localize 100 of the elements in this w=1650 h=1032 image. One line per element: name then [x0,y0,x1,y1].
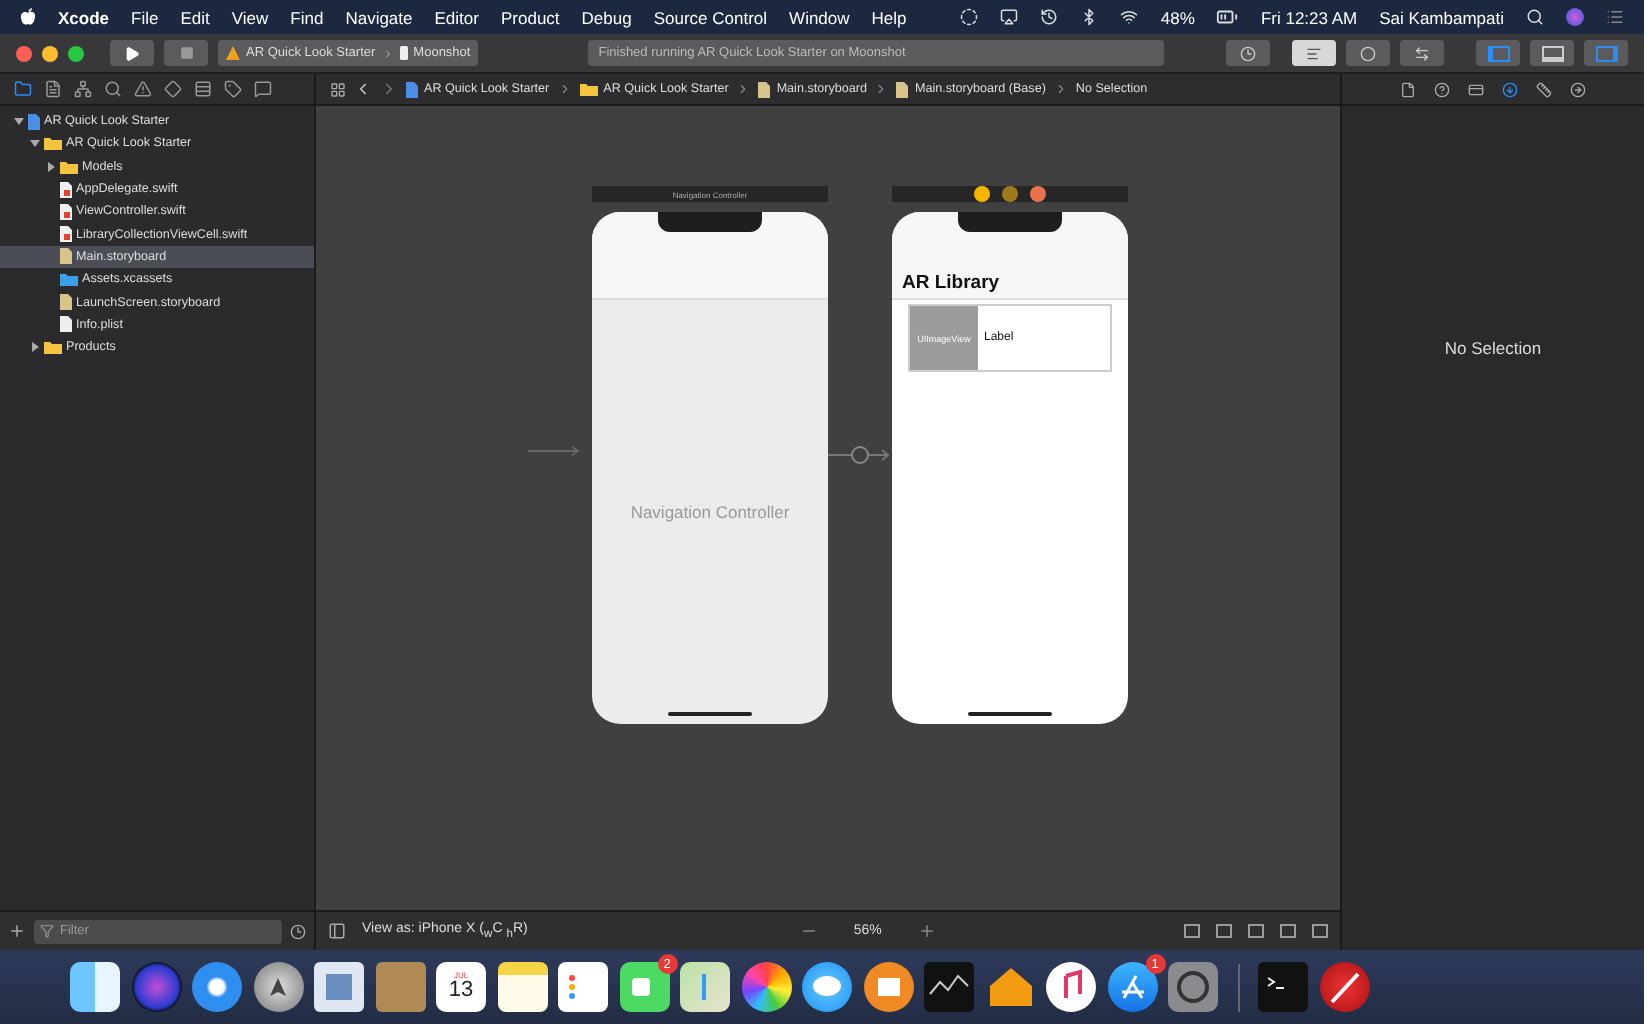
library-button[interactable] [1226,40,1270,66]
diamond-icon[interactable] [164,80,182,98]
magic-wand-icon[interactable] [1319,962,1369,1012]
forward-icon[interactable] [380,80,398,98]
editor-mode-button[interactable] [1346,40,1390,66]
compass-icon[interactable] [192,962,242,1012]
help-icon[interactable] [1434,81,1450,97]
storyboard-file-icon [896,81,909,97]
triangle-app-icon [226,46,240,60]
zoom-in-icon[interactable] [917,922,936,940]
menu-item[interactable]: Help [871,7,907,27]
stamp-icon[interactable] [314,962,364,1012]
wifi-icon[interactable] [1120,8,1139,26]
menu-item[interactable]: Edit [180,7,210,27]
flower-icon[interactable] [741,962,791,1012]
menu-item[interactable]: Product [500,7,560,27]
notch [958,212,1062,232]
dashed-circle-icon[interactable] [960,8,979,26]
list-icon[interactable] [1606,8,1624,26]
house-icon[interactable] [985,962,1035,1012]
project-file-icon [406,81,418,97]
collapsed-triangle-icon[interactable] [45,161,55,172]
tag-icon[interactable] [224,80,242,98]
chevron-icon [557,82,572,96]
expanded-triangle-icon[interactable] [13,116,23,127]
warning-icon[interactable] [134,80,152,98]
chart-icon[interactable] [924,962,974,1012]
filter-icon [40,924,54,938]
calendar-day: 13 [448,980,474,1002]
swift-file-icon [60,226,72,243]
notepad-icon[interactable] [497,962,547,1012]
airplay-icon[interactable] [1000,8,1019,26]
bluetooth-icon[interactable] [1080,8,1099,26]
lines-icon [1306,45,1322,61]
notch [658,212,762,232]
chevron-icon [1053,82,1068,96]
search-icon[interactable] [104,80,122,98]
user-name[interactable]: Sai Kambampati [1379,7,1504,27]
battery-percentage: 48% [1160,7,1195,27]
map-icon[interactable] [680,962,730,1012]
recent-filter-icon[interactable] [290,923,306,939]
outline-toggle-icon[interactable] [328,922,346,940]
empty-inspector-label: No Selection [1444,338,1542,358]
apple-logo-icon[interactable] [20,8,36,26]
hierarchy-icon[interactable] [74,80,92,98]
stop-button[interactable] [164,40,208,66]
collapsed-triangle-icon[interactable] [29,342,39,353]
back-icon[interactable] [354,80,372,98]
identity-card-icon[interactable] [1468,81,1484,97]
orb-icon[interactable] [1566,8,1584,26]
close-button[interactable] [16,45,32,61]
storyboard-file-icon [60,248,72,265]
panel-toggle-button[interactable] [1530,40,1574,66]
segue-arrow-icon [828,446,892,464]
battery-icon[interactable] [1216,6,1239,28]
scene-dock[interactable] [892,186,1128,202]
swap-arrows-icon [1414,45,1430,61]
phone-icon [399,46,408,60]
play-icon [124,45,140,61]
menu-item[interactable]: Source Control [653,7,768,27]
entry-arrow-icon [528,446,584,456]
panel-toggle-button[interactable] [1476,40,1520,66]
orb-icon[interactable] [131,962,181,1012]
chevron-icon [381,47,394,59]
chevron-icon [736,82,751,96]
swift-file-icon [60,181,72,198]
clock-arrow-icon[interactable] [1040,8,1059,26]
video-call-icon[interactable] [619,962,669,1012]
folder-icon[interactable] [14,80,32,98]
storyboard-file-icon [60,294,72,311]
folder-icon [44,340,62,355]
grid-icon[interactable] [330,81,346,97]
run-button[interactable] [110,40,154,66]
swift-file-icon [60,203,72,220]
menu-item[interactable]: Debug [581,7,632,27]
clock[interactable]: Fri 12:23 AM [1260,7,1358,27]
app-store-icon[interactable] [1107,962,1157,1012]
menu-item[interactable]: Find [290,7,324,27]
document-icon[interactable] [1400,81,1416,97]
clock-icon [1240,45,1256,61]
add-icon[interactable] [8,922,26,940]
panel-toggle-button[interactable] [1584,40,1628,66]
minimize-button[interactable] [42,45,58,61]
source-control-icon[interactable] [44,80,62,98]
zoom-button[interactable] [68,45,84,61]
app-menu[interactable]: Xcode [58,7,110,27]
editor-mode-button[interactable] [1400,40,1444,66]
menu-item[interactable]: View [231,7,269,27]
ruler-icon[interactable] [1536,81,1552,97]
editor-mode-button[interactable] [1292,40,1336,66]
project-file-icon [28,113,40,130]
expanded-triangle-icon[interactable] [29,138,39,149]
gear-icon[interactable] [1168,962,1218,1012]
menu-item[interactable]: Editor [434,7,479,27]
menu-item[interactable]: Navigate [345,7,413,27]
arrow-circle-icon[interactable] [1570,81,1586,97]
checklist-icon[interactable] [558,962,608,1012]
menu-item[interactable]: File [131,7,159,27]
speech-bubble-icon[interactable] [802,962,852,1012]
menu-item[interactable]: Window [789,7,850,27]
